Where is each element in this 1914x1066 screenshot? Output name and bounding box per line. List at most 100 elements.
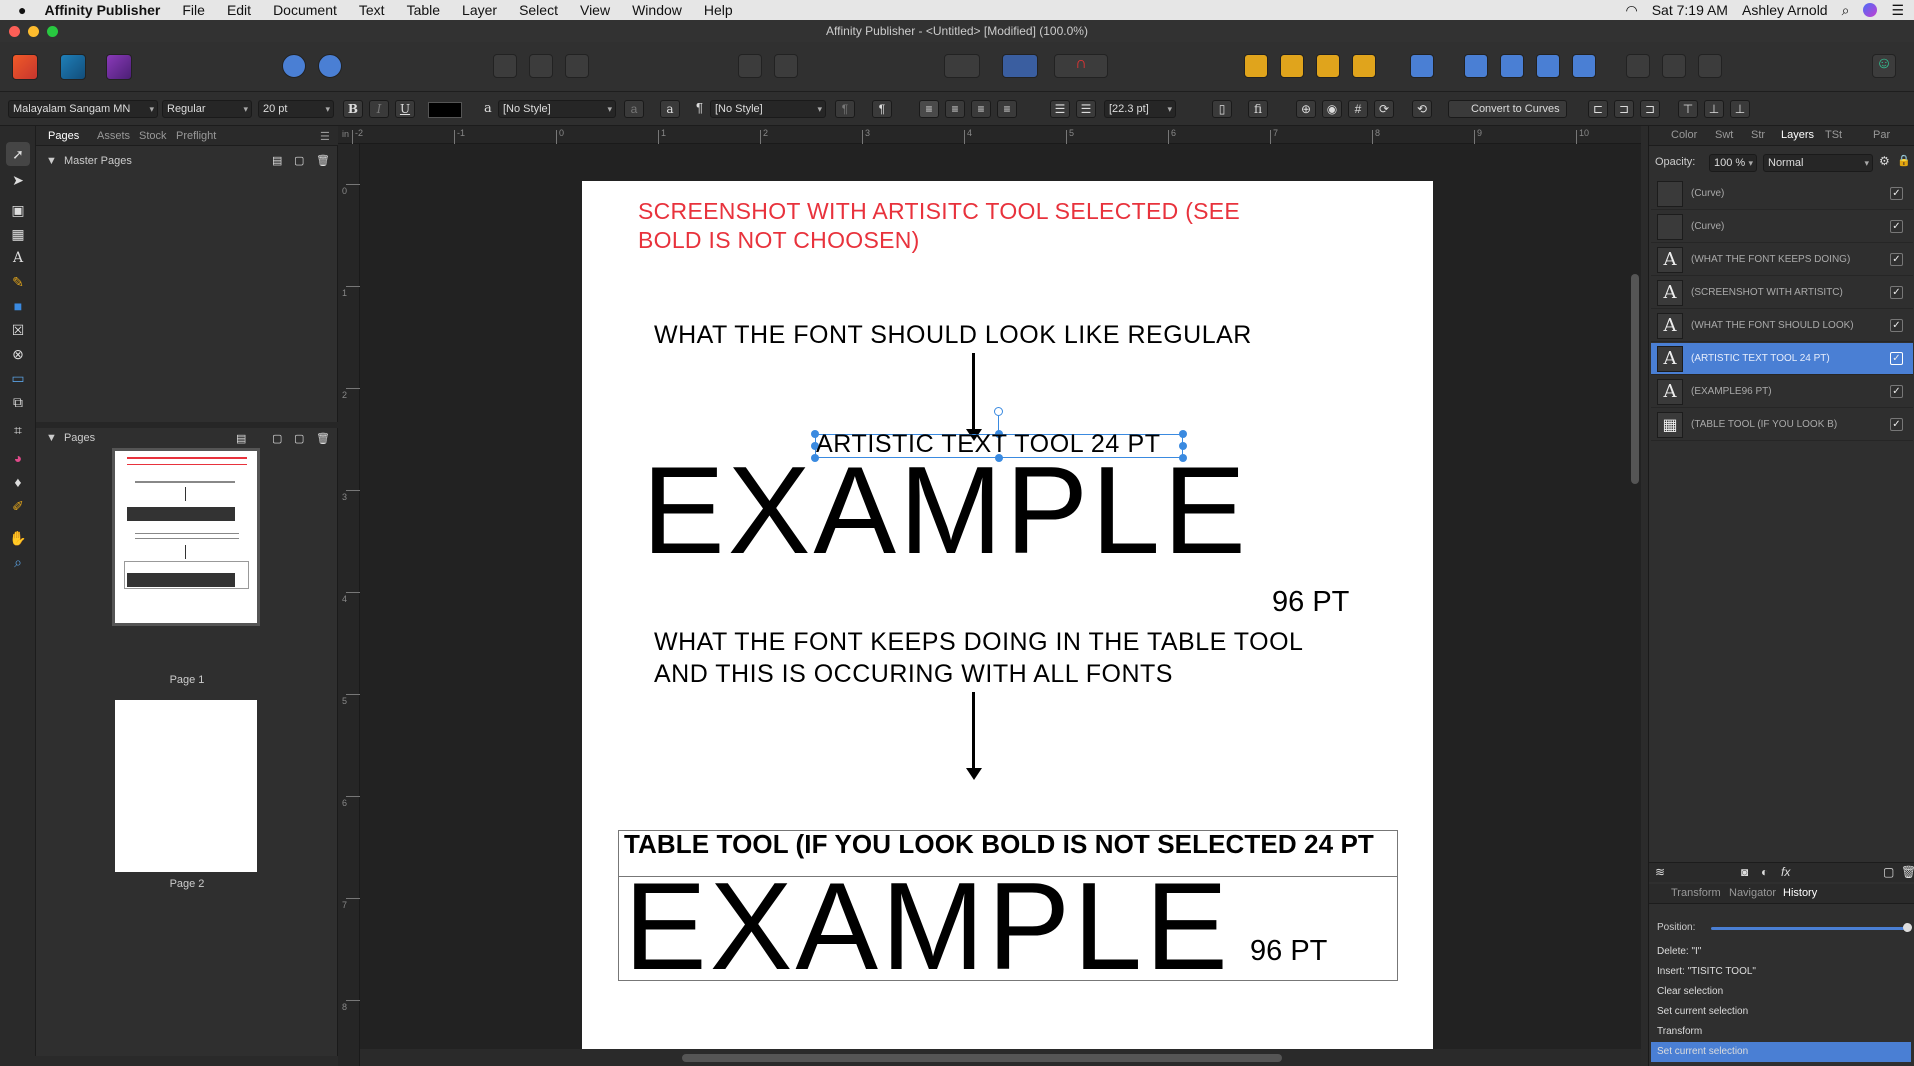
fill-tool-icon[interactable]: ◕ [6,446,30,470]
paragraph-style-select[interactable]: [No Style] [710,100,826,118]
heading-should-look[interactable]: WHAT THE FONT SHOULD LOOK LIKE REGULAR [654,321,1252,350]
rotate-left-icon[interactable] [1536,54,1560,78]
paragraph-style-options[interactable]: ¶ [835,100,855,118]
bullet-list-button[interactable]: ☰ [1050,100,1070,118]
master-pages-header[interactable]: ▼ Master Pages [46,155,132,167]
document-page[interactable]: SCREENSHOT WITH ARTISITC TOOL SELECTED (… [582,181,1433,1049]
notification-center-icon[interactable]: ☰ [1891,2,1904,19]
tab-layers[interactable]: Layers [1781,129,1814,141]
layer-settings-icon[interactable]: ⚙ [1879,154,1890,168]
user-account-icon[interactable]: ☺ [1872,54,1896,78]
menu-edit[interactable]: Edit [227,2,251,18]
align-text-center-icon[interactable]: ⊐ [1614,100,1634,118]
menu-file[interactable]: File [182,2,205,18]
preflight-icon[interactable] [944,54,980,78]
red-note-text[interactable]: SCREENSHOT WITH ARTISITC TOOL SELECTED (… [638,197,1278,255]
bold-button[interactable]: B [343,100,363,118]
add-shape-icon[interactable] [1626,54,1650,78]
delete-layer-icon[interactable]: 🗑 [1901,865,1914,879]
tab-paragraph[interactable]: Par [1873,129,1890,141]
delete-master-icon[interactable]: 🗑 [316,154,330,167]
tab-swatches[interactable]: Swt [1715,129,1733,141]
menu-table[interactable]: Table [407,2,440,18]
menu-view[interactable]: View [580,2,610,18]
paragraph-style-apply[interactable]: ¶ [872,100,892,118]
table-cell-1[interactable]: TABLE TOOL (IF YOU LOOK BOLD IS NOT SELE… [624,829,1374,860]
vertical-scrollbar[interactable] [1631,274,1639,484]
adjustment-icon[interactable]: ◐ [1761,865,1768,879]
font-style-select[interactable]: Regular [162,100,252,118]
vertical-ruler[interactable]: 0 1 2 3 4 5 6 7 8 [338,144,360,1066]
horizontal-scrollbar[interactable] [682,1054,1282,1062]
duplicate-page-icon[interactable]: ▢ [294,432,304,445]
panel-menu-icon[interactable]: ☰ [320,130,330,143]
font-family-select[interactable]: Malayalam Sangam MN [8,100,158,118]
zoom-window-button[interactable] [47,26,58,37]
rotate-right-icon[interactable] [1572,54,1596,78]
pages-header[interactable]: ▼ Pages [46,432,95,444]
history-item[interactable]: Insert: "TISITC TOOL" [1651,962,1911,982]
tab-text-styles[interactable]: TSt [1825,129,1842,141]
layer-item[interactable]: A (WHAT THE FONT SHOULD LOOK) ✓ [1651,310,1913,342]
pen-icon[interactable] [318,54,342,78]
table-cell-example[interactable]: EXAMPLE [624,857,1231,997]
example-size-label[interactable]: 96 PT [1272,586,1349,619]
page-1-thumbnail[interactable] [112,448,260,626]
convert-to-curves-button[interactable]: Convert to Curves [1448,100,1567,118]
spread-view-icon[interactable] [493,54,517,78]
minimize-window-button[interactable] [28,26,39,37]
character-style-options[interactable]: a [624,100,644,118]
layer-item[interactable]: (Curve) ✓ [1651,178,1913,210]
color-picker-tool-icon[interactable]: ✐ [6,494,30,518]
visibility-checkbox[interactable]: ✓ [1890,352,1903,365]
visibility-checkbox[interactable]: ✓ [1890,187,1903,200]
lock-icon[interactable]: 🔒 [1897,154,1911,167]
menu-text[interactable]: Text [359,2,385,18]
visibility-checkbox[interactable]: ✓ [1890,385,1903,398]
tab-transform[interactable]: Transform [1671,887,1721,899]
user-name[interactable]: Ashley Arnold [1742,2,1828,18]
snapping-icon[interactable] [738,54,762,78]
layer-item[interactable]: (Curve) ✓ [1651,211,1913,243]
horizontal-ruler[interactable]: in -2 -1 0 1 2 3 4 5 6 7 8 9 10 [338,126,1641,144]
crop-icon[interactable]: ⟲ [1412,100,1432,118]
menu-help[interactable]: Help [704,2,733,18]
align-icon[interactable] [1410,54,1434,78]
tab-stroke[interactable]: Str [1751,129,1765,141]
heading-keeps-doing-2[interactable]: AND THIS IS OCCURING WITH ALL FONTS [654,660,1173,689]
visibility-checkbox[interactable]: ✓ [1890,253,1903,266]
text-frame-button[interactable]: ▯ [1212,100,1232,118]
history-item-selected[interactable]: Set current selection [1651,1042,1911,1062]
table-frame[interactable]: TABLE TOOL (IF YOU LOOK BOLD IS NOT SELE… [618,829,1398,996]
artboard-tool-icon[interactable]: ⌗ [6,418,30,442]
history-position-slider[interactable] [1711,927,1907,930]
menu-document[interactable]: Document [273,2,337,18]
publisher-persona-icon[interactable] [12,54,38,80]
selection-handle-tr[interactable] [1179,430,1187,438]
photo-persona-icon[interactable] [106,54,132,80]
visibility-checkbox[interactable]: ✓ [1890,319,1903,332]
ellipse-frame-tool-icon[interactable]: ⊗ [6,342,30,366]
align-top-icon[interactable]: ⊤ [1678,100,1698,118]
intersect-shape-icon[interactable] [1698,54,1722,78]
preview-mode-icon[interactable] [529,54,553,78]
add-master-icon[interactable]: ▢ [294,154,304,167]
history-item[interactable]: Transform [1651,1022,1911,1042]
master-options-icon[interactable]: ▤ [272,154,282,167]
visibility-checkbox[interactable]: ✓ [1890,286,1903,299]
add-layer-icon[interactable]: ▢ [1883,865,1894,879]
align-text-left-icon[interactable]: ⊏ [1588,100,1608,118]
pen-tool-icon[interactable]: ✎ [6,270,30,294]
spotlight-icon[interactable]: ⌕ [1842,2,1850,19]
font-size-select[interactable]: 20 pt [258,100,334,118]
italic-button[interactable]: I [369,100,389,118]
tab-preflight[interactable]: Preflight [176,130,216,142]
vector-crop-tool-icon[interactable]: ⧉ [6,390,30,414]
align-center-button[interactable]: ≡ [945,100,965,118]
blend-mode-select[interactable]: Normal [1763,154,1873,172]
character-style-apply[interactable]: a [660,100,680,118]
slider-knob[interactable] [1903,923,1912,932]
baseline-grid-icon[interactable] [774,54,798,78]
tab-pages[interactable]: Pages [48,130,79,142]
zoom-tool-icon[interactable]: ⌕ [6,550,30,574]
